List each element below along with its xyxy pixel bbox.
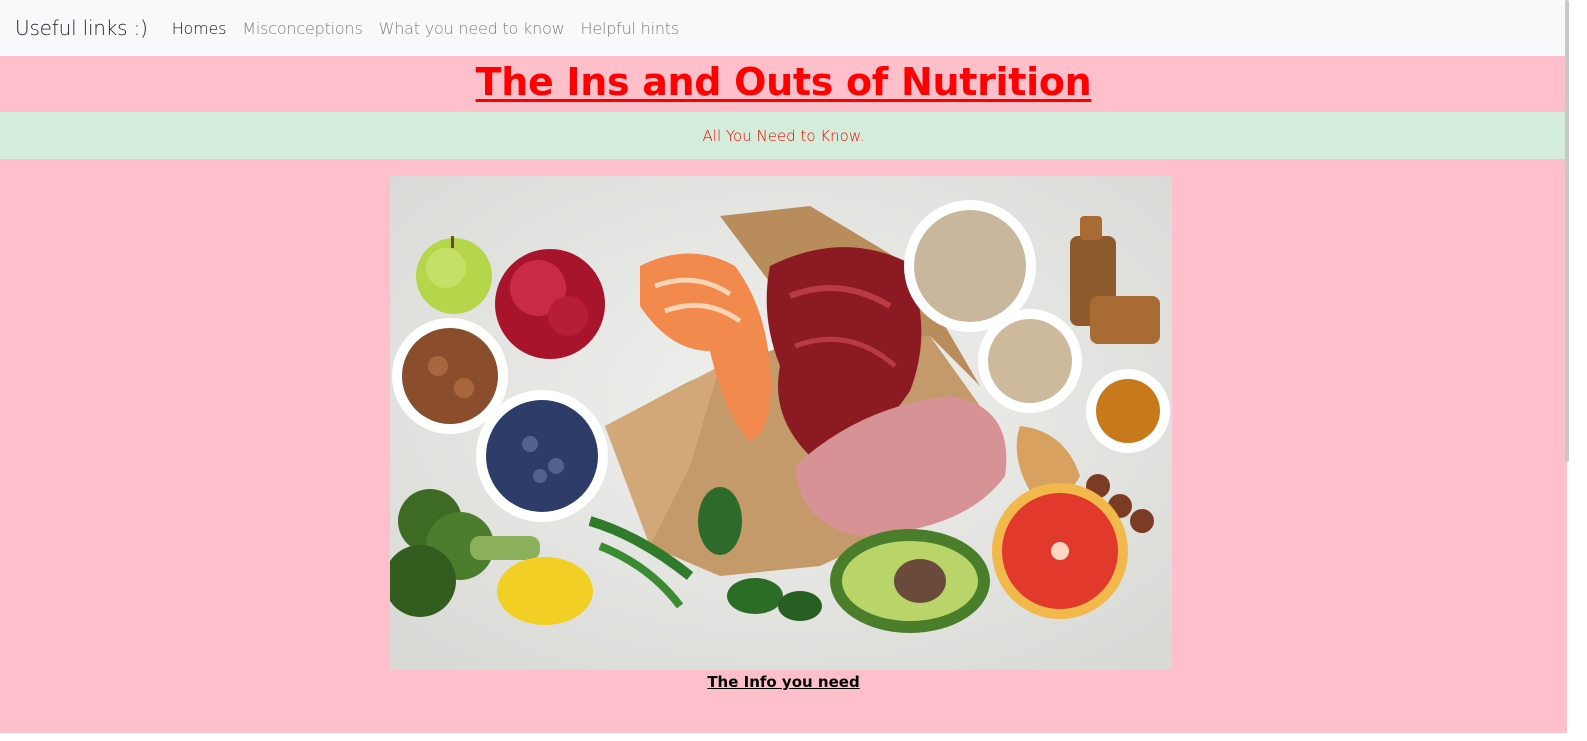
- nav-link-what-you-need-to-know[interactable]: What you need to know: [379, 19, 565, 38]
- subtitle-banner: All You Need to Know.: [0, 112, 1567, 159]
- scrollbar-thumb[interactable]: [1565, 0, 1569, 462]
- main-content: The Ins and Outs of Nutrition All You Ne…: [0, 56, 1567, 733]
- navbar: Useful links :) Homes Misconceptions Wha…: [0, 0, 1567, 56]
- navbar-brand[interactable]: Useful links :): [15, 16, 148, 40]
- nav-link-misconceptions[interactable]: Misconceptions: [242, 19, 362, 38]
- page-subtitle: All You Need to Know.: [702, 127, 865, 145]
- title-section: The Ins and Outs of Nutrition: [0, 56, 1567, 112]
- nutrition-food-image: [390, 176, 1172, 670]
- page-title: The Ins and Outs of Nutrition: [475, 60, 1092, 104]
- image-caption[interactable]: The Info you need: [0, 673, 1567, 691]
- nav-link-helpful-hints[interactable]: Helpful hints: [581, 19, 680, 38]
- nav-link-homes[interactable]: Homes: [172, 19, 227, 38]
- vertical-scrollbar[interactable]: [1567, 0, 1587, 741]
- page-bottom-gap: [0, 733, 1567, 741]
